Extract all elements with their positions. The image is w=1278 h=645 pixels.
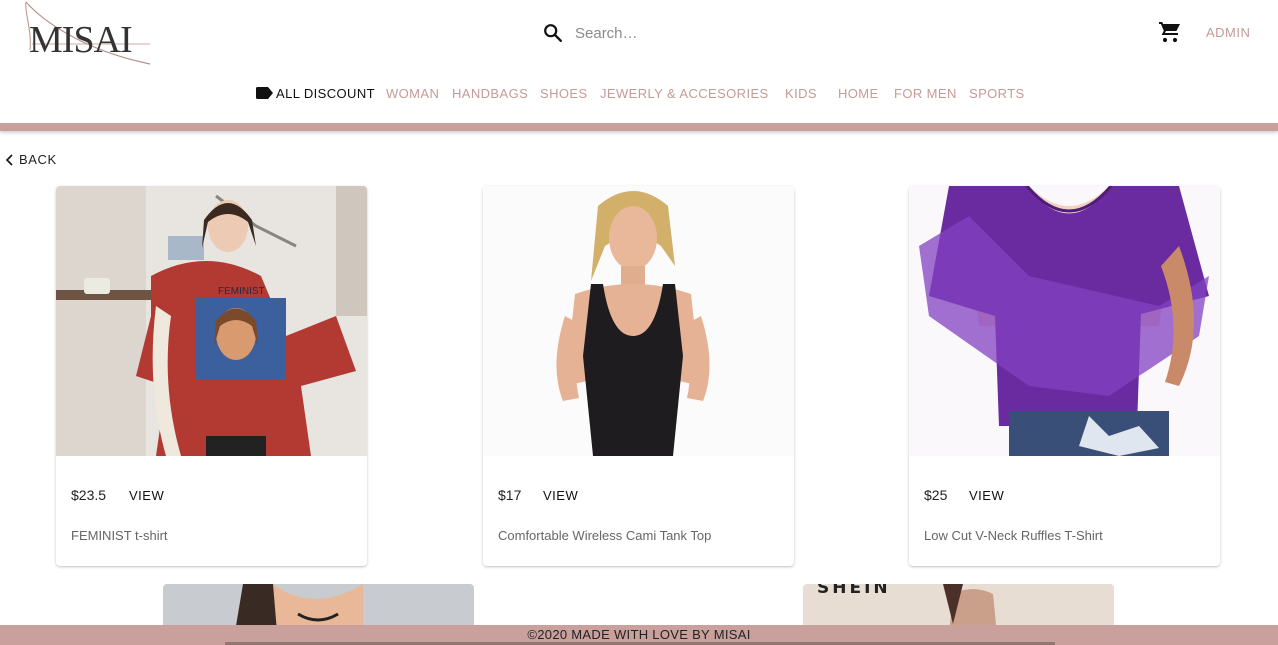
- chevron-left-icon: [5, 154, 13, 166]
- nav-item-sports[interactable]: SPORTS: [969, 86, 1025, 101]
- product-card[interactable]: $25 VIEW Low Cut V-Neck Ruffles T-Shirt: [909, 186, 1220, 566]
- logo-text: MISAI: [29, 19, 133, 61]
- search-bar: [540, 18, 960, 48]
- product-card[interactable]: $17 VIEW Comfortable Wireless Cami Tank …: [483, 186, 794, 566]
- logo[interactable]: MISAI: [22, 0, 154, 68]
- product-image[interactable]: [909, 186, 1220, 456]
- brand-watermark: SHEIN: [817, 584, 891, 598]
- nav-item-woman[interactable]: WOMAN: [386, 86, 439, 101]
- svg-text:FEMINIST: FEMINIST: [218, 286, 265, 297]
- search-icon[interactable]: [542, 22, 564, 44]
- cart-icon[interactable]: [1157, 20, 1183, 44]
- tag-icon: [256, 87, 273, 99]
- admin-link[interactable]: ADMIN: [1206, 25, 1250, 40]
- view-button[interactable]: VIEW: [543, 488, 578, 503]
- product-image[interactable]: [483, 186, 794, 456]
- product-title: Comfortable Wireless Cami Tank Top: [498, 528, 712, 543]
- product-title: FEMINIST t-shirt: [71, 528, 168, 543]
- header-divider: [0, 123, 1278, 131]
- nav-item-kids[interactable]: KIDS: [785, 86, 817, 101]
- nav-item-all-discount[interactable]: ALL DISCOUNT: [276, 86, 375, 101]
- product-card[interactable]: FEMINIST $23.5 VIEW FEMINIST t-shirt: [56, 186, 367, 566]
- view-button[interactable]: VIEW: [969, 488, 1004, 503]
- product-image[interactable]: FEMINIST: [56, 186, 367, 456]
- nav-item-home[interactable]: HOME: [838, 86, 879, 101]
- back-label: BACK: [19, 152, 57, 167]
- product-price: $25: [924, 487, 948, 503]
- search-input[interactable]: [575, 21, 955, 45]
- footer: ©2020 MADE WITH LOVE BY MISAI: [0, 625, 1278, 645]
- nav-item-jewerly[interactable]: JEWERLY & ACCESORIES: [600, 86, 769, 101]
- nav-item-for-men[interactable]: FOR MEN: [894, 86, 957, 101]
- nav-item-shoes[interactable]: SHOES: [540, 86, 588, 101]
- category-nav: ALL DISCOUNT WOMAN HANDBAGS SHOES JEWERL…: [0, 86, 1278, 104]
- view-button[interactable]: VIEW: [129, 488, 164, 503]
- nav-item-handbags[interactable]: HANDBAGS: [452, 86, 528, 101]
- product-price: $23.5: [71, 487, 107, 503]
- footer-text: ©2020 MADE WITH LOVE BY MISAI: [527, 627, 751, 642]
- product-price: $17: [498, 487, 522, 503]
- header: MISAI ADMIN ALL DISCOUNT WOMAN HANDBAGS …: [0, 0, 1278, 123]
- product-title: Low Cut V-Neck Ruffles T-Shirt: [924, 528, 1103, 543]
